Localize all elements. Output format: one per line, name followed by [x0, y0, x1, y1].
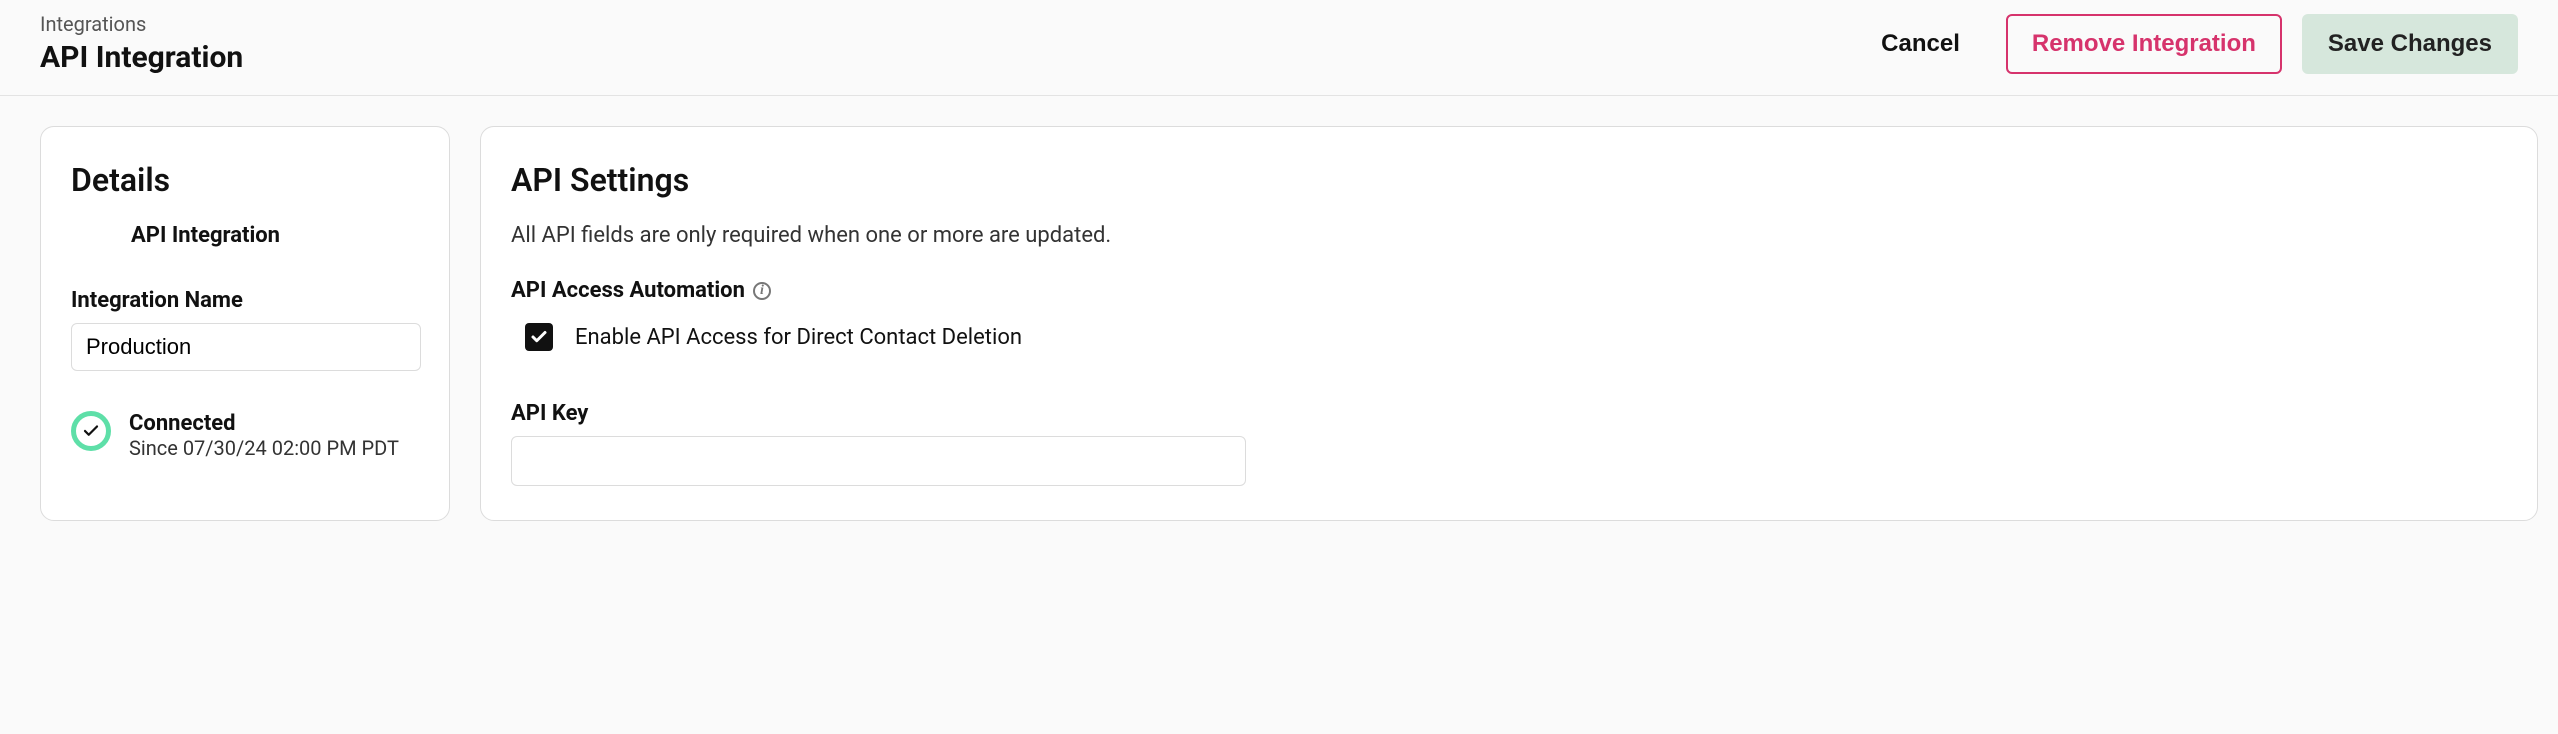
- breadcrumb[interactable]: Integrations: [40, 12, 243, 36]
- api-access-group-title: API Access Automation: [511, 278, 745, 303]
- check-circle-icon: [71, 411, 111, 451]
- integration-name-label: Integration Name: [71, 288, 419, 313]
- connection-status-state: Connected: [129, 411, 399, 436]
- save-changes-button[interactable]: Save Changes: [2302, 14, 2518, 74]
- connection-status: Connected Since 07/30/24 02:00 PM PDT: [71, 411, 419, 460]
- enable-api-access-label: Enable API Access for Direct Contact Del…: [575, 325, 1022, 350]
- api-key-input[interactable]: [511, 436, 1246, 486]
- api-settings-card: API Settings All API fields are only req…: [480, 126, 2538, 521]
- settings-help-text: All API fields are only required when on…: [511, 223, 2507, 248]
- connection-status-since: Since 07/30/24 02:00 PM PDT: [129, 436, 399, 460]
- integration-type-label: API Integration: [131, 223, 419, 248]
- details-card: Details API Integration Integration Name…: [40, 126, 450, 521]
- cancel-button[interactable]: Cancel: [1855, 14, 1986, 74]
- remove-integration-button[interactable]: Remove Integration: [2006, 14, 2282, 74]
- info-icon[interactable]: i: [753, 282, 771, 300]
- integration-name-input[interactable]: [71, 323, 421, 371]
- page-title: API Integration: [40, 40, 243, 75]
- enable-api-access-checkbox[interactable]: [525, 323, 553, 351]
- settings-section-title: API Settings: [511, 161, 2507, 199]
- details-section-title: Details: [71, 161, 419, 199]
- api-key-label: API Key: [511, 401, 2507, 426]
